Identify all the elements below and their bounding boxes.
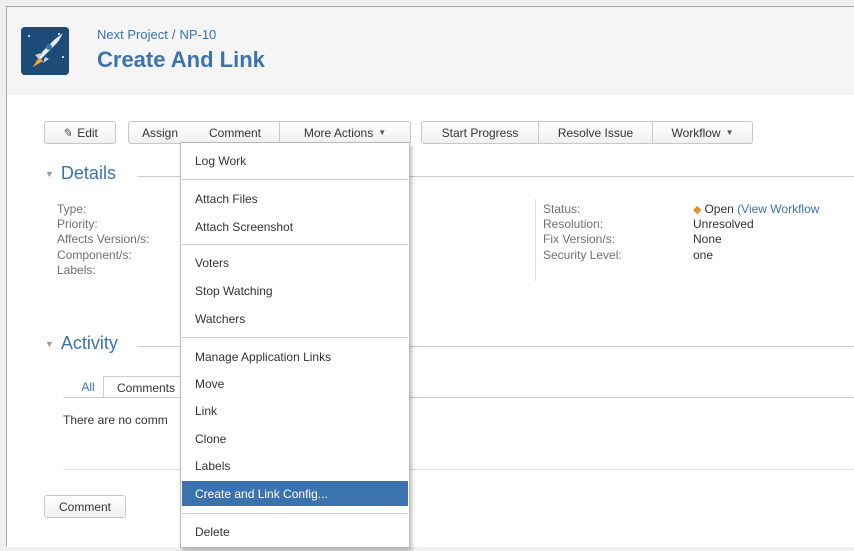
details-heading-label: Details: [60, 163, 116, 183]
fix-version-label: Fix Version/s:: [543, 232, 616, 246]
resolution-value: Unresolved: [693, 217, 754, 231]
details-column-divider: [535, 199, 536, 281]
status-text: Open: [704, 202, 734, 216]
status-open-icon: ◆: [693, 204, 702, 216]
issue-content: ✎ Edit Assign Comment More Actions ▼ Start…: [7, 95, 854, 547]
fix-version-value: None: [693, 232, 722, 246]
menu-item-delete[interactable]: Delete: [182, 520, 408, 544]
project-avatar-rocket-icon[interactable]: [21, 27, 69, 75]
security-level-value: one: [693, 248, 714, 262]
issue-header: Next Project / NP-10 Create And Link: [7, 7, 854, 96]
issue-key-link[interactable]: NP-10: [179, 27, 216, 42]
labels-label: Labels:: [57, 263, 96, 277]
workflow-label: Workflow: [671, 125, 721, 140]
security-level-label: Security Level:: [543, 248, 622, 262]
resolve-issue-button[interactable]: Resolve Issue: [539, 121, 653, 144]
type-label: Type:: [57, 202, 87, 216]
menu-item-create-and-link-config[interactable]: Create and Link Config...: [182, 481, 408, 506]
menu-item-voters[interactable]: Voters: [182, 251, 408, 275]
more-actions-menu: Log Work Attach Files Attach Screenshot …: [180, 142, 410, 548]
activity-heading[interactable]: ▼ Activity: [45, 333, 118, 354]
project-link[interactable]: Next Project: [97, 27, 168, 42]
edit-label: Edit: [77, 125, 98, 140]
tab-all[interactable]: All: [73, 376, 103, 398]
menu-item-labels[interactable]: Labels: [182, 454, 408, 478]
chevron-down-icon: ▼: [725, 128, 734, 137]
menu-item-manage-application-links[interactable]: Manage Application Links: [182, 345, 408, 369]
menu-separator: [182, 179, 408, 180]
menu-item-link[interactable]: Link: [182, 399, 408, 423]
more-actions-button[interactable]: More Actions ▼: [280, 121, 411, 144]
breadcrumb-separator: /: [171, 27, 176, 42]
tab-comments[interactable]: Comments: [103, 376, 189, 398]
assign-button[interactable]: Assign: [128, 121, 192, 144]
view-workflow-link[interactable]: View Workflow: [741, 202, 819, 216]
status-value: ◆ Open (View Workflow: [693, 202, 819, 216]
menu-item-watchers[interactable]: Watchers: [182, 307, 408, 331]
affects-version-label: Affects Version/s:: [57, 232, 150, 246]
priority-label: Priority:: [57, 217, 98, 231]
menu-separator: [182, 513, 408, 514]
menu-separator: [182, 337, 408, 338]
issue-page: Next Project / NP-10 Create And Link ✎ Edit…: [6, 6, 854, 547]
menu-item-attach-screenshot[interactable]: Attach Screenshot: [182, 215, 408, 239]
pencil-icon: ✎: [62, 125, 73, 140]
menu-item-attach-files[interactable]: Attach Files: [182, 187, 408, 211]
start-progress-button[interactable]: Start Progress: [421, 121, 539, 144]
collapse-triangle-icon: ▼: [45, 169, 54, 180]
resolution-label: Resolution:: [543, 217, 604, 231]
details-heading[interactable]: ▼ Details: [45, 163, 116, 184]
chevron-down-icon: ▼: [378, 128, 387, 137]
edit-button[interactable]: ✎ Edit: [44, 121, 116, 144]
menu-item-log-work[interactable]: Log Work: [182, 149, 408, 173]
collapse-triangle-icon: ▼: [45, 339, 54, 350]
menu-separator: [182, 244, 408, 245]
add-comment-button[interactable]: Comment: [44, 495, 126, 518]
no-comments-text: There are no comm: [63, 413, 168, 427]
breadcrumb: Next Project / NP-10: [97, 27, 216, 42]
menu-item-move[interactable]: Move: [182, 372, 408, 396]
menu-item-clone[interactable]: Clone: [182, 427, 408, 451]
workflow-button[interactable]: Workflow ▼: [653, 121, 753, 144]
page-title[interactable]: Create And Link: [97, 47, 265, 73]
component-label: Component/s:: [57, 248, 132, 262]
activity-heading-label: Activity: [60, 333, 118, 353]
comment-button[interactable]: Comment: [191, 121, 280, 144]
menu-item-stop-watching[interactable]: Stop Watching: [182, 279, 408, 303]
more-actions-label: More Actions: [303, 125, 374, 140]
status-label: Status:: [543, 202, 581, 216]
